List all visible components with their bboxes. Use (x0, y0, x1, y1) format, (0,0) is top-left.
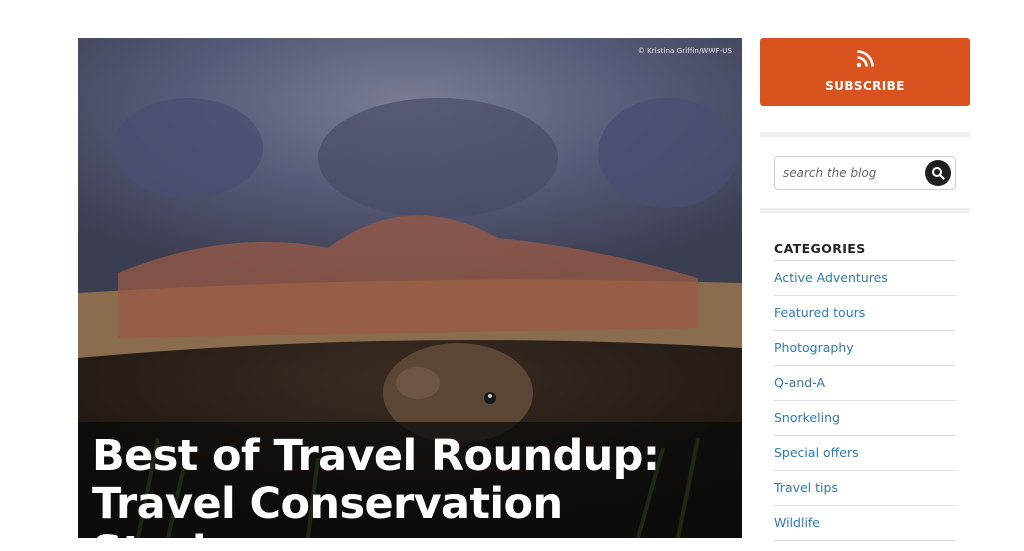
rss-icon (856, 50, 874, 68)
category-link-photography[interactable]: Photography (774, 340, 854, 355)
category-link-snorkeling[interactable]: Snorkeling (774, 410, 840, 425)
list-item: Featured tours (774, 295, 956, 330)
post-title-line-1: Best of Travel Roundup: (92, 431, 660, 481)
list-item: Q-and-A (774, 365, 956, 400)
search-box (774, 156, 956, 190)
subscribe-label: SUBSCRIBE (825, 79, 905, 93)
subscribe-button[interactable]: SUBSCRIBE (760, 38, 970, 106)
list-item: Travel tips (774, 470, 956, 505)
category-link-q-and-a[interactable]: Q-and-A (774, 375, 825, 390)
category-link-featured-tours[interactable]: Featured tours (774, 305, 865, 320)
categories-list: Active Adventures Featured tours Photogr… (774, 260, 956, 541)
category-link-active-adventures[interactable]: Active Adventures (774, 270, 888, 285)
list-item: Wildlife (774, 505, 956, 541)
search-input[interactable] (783, 157, 921, 189)
photo-credit: © Kristina Griffin/WWF-US (637, 47, 732, 55)
post-title[interactable]: Best of Travel Roundup: Travel Conservat… (92, 432, 742, 538)
list-item: Photography (774, 330, 956, 365)
category-link-travel-tips[interactable]: Travel tips (774, 480, 838, 495)
search-icon (932, 167, 945, 180)
sidebar-divider (760, 132, 970, 137)
category-link-wildlife[interactable]: Wildlife (774, 515, 820, 530)
category-link-special-offers[interactable]: Special offers (774, 445, 859, 460)
categories-heading: CATEGORIES (774, 241, 866, 256)
search-button[interactable] (925, 160, 951, 186)
post-title-line-2: Travel Conservation Stories (92, 479, 563, 538)
list-item: Active Adventures (774, 260, 956, 295)
list-item: Snorkeling (774, 400, 956, 435)
sidebar-divider (760, 208, 970, 213)
hero-caption: Best of Travel Roundup: Travel Conservat… (78, 422, 742, 538)
hero-image[interactable]: © Kristina Griffin/WWF-US Best of Travel… (78, 38, 742, 538)
list-item: Special offers (774, 435, 956, 470)
